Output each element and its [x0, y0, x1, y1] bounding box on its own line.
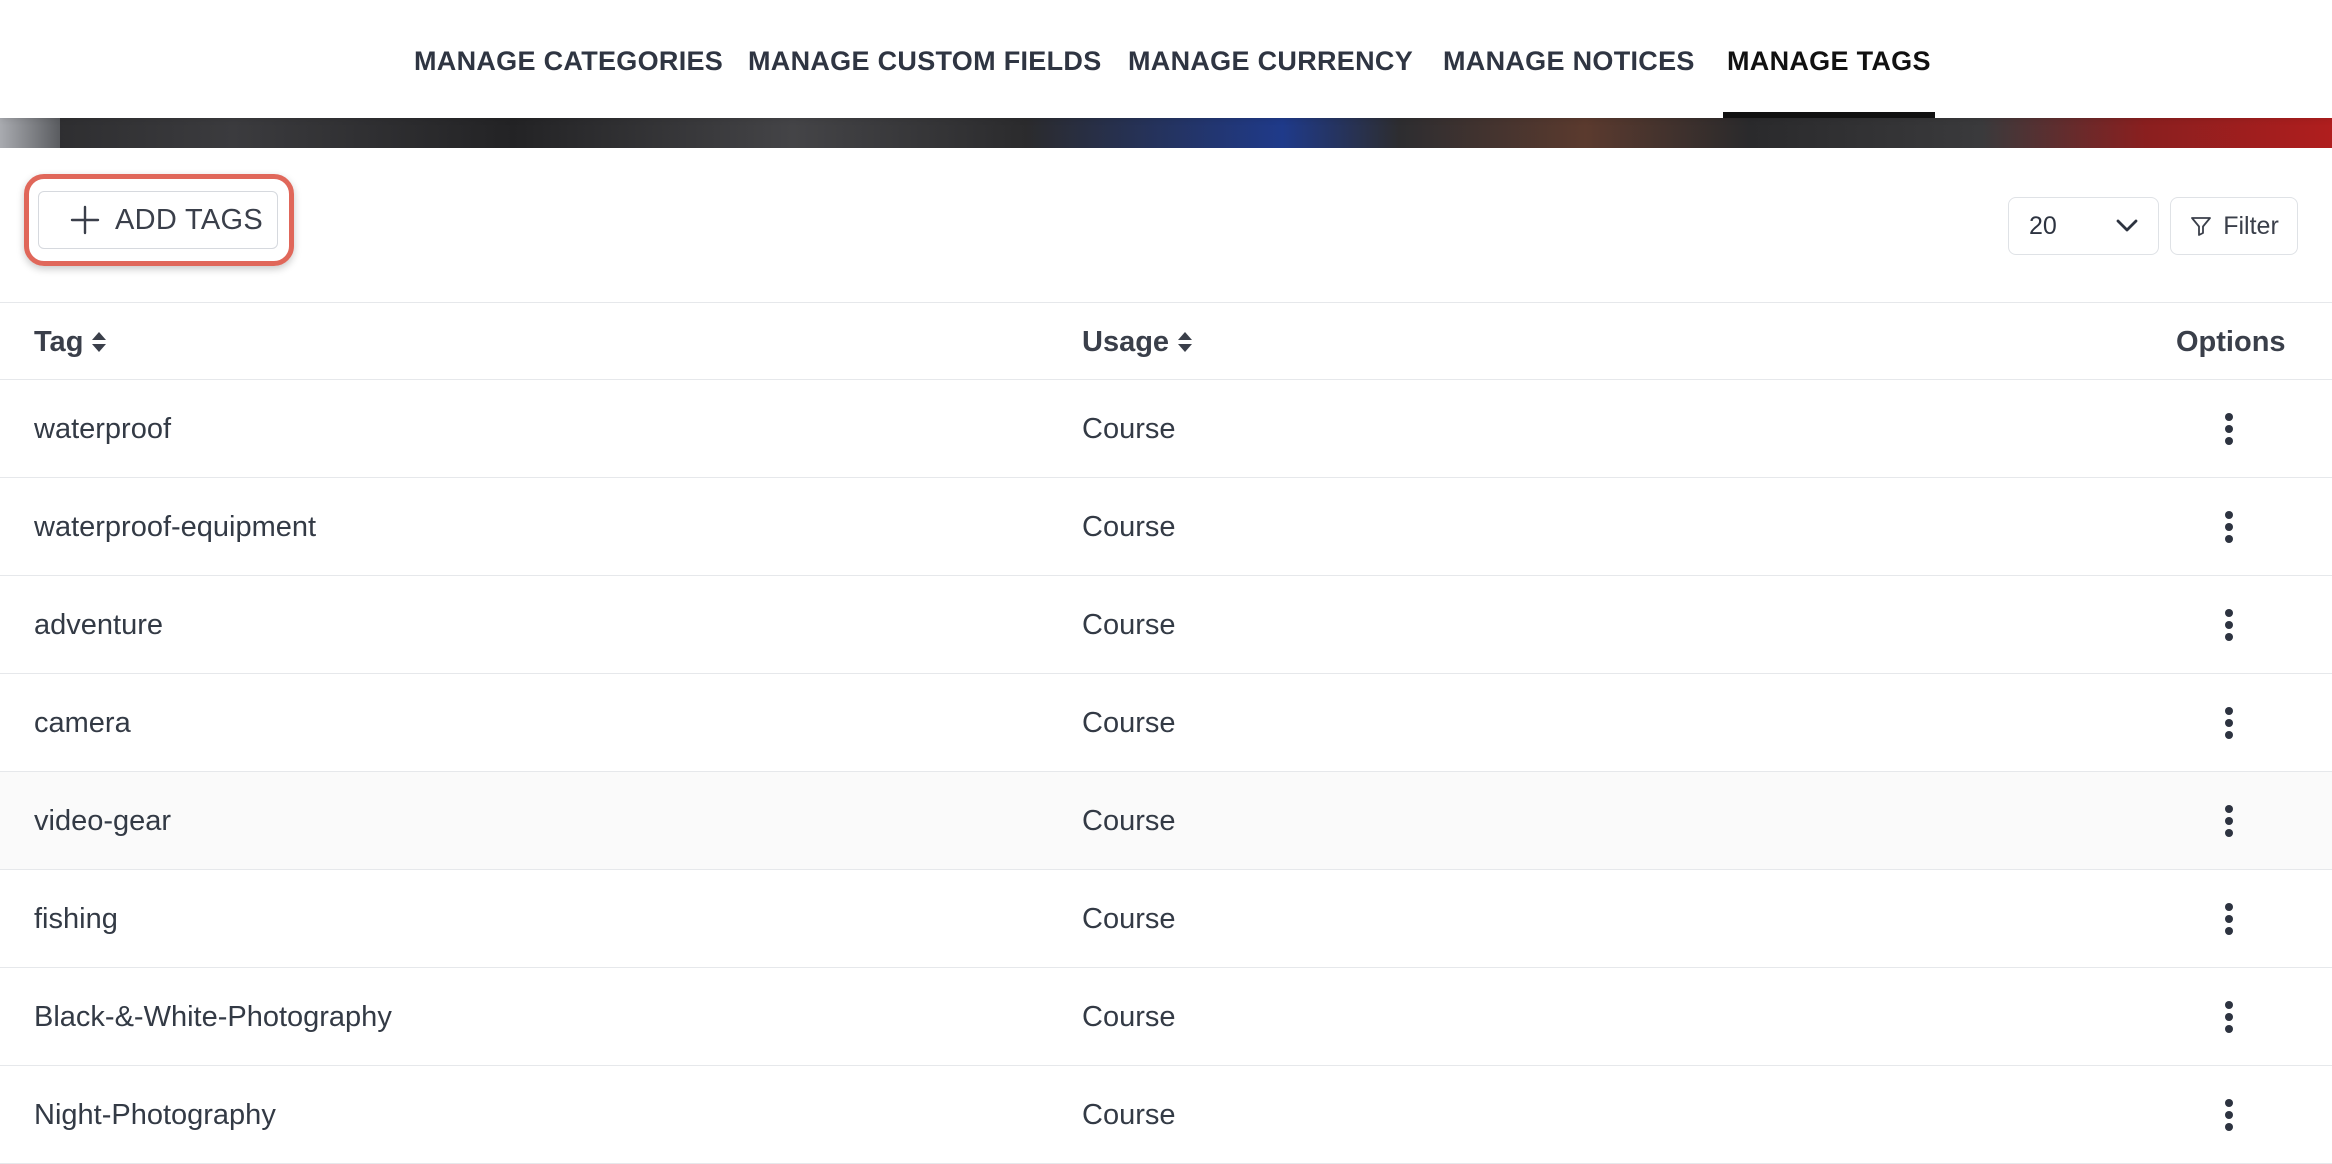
column-header-tag[interactable]: Tag — [34, 303, 107, 381]
more-vertical-icon — [2225, 707, 2233, 739]
table-row: camera Course — [0, 674, 2332, 772]
top-tab-bar: MANAGE CATEGORIES MANAGE CUSTOM FIELDS M… — [0, 0, 2332, 118]
row-options-button[interactable] — [2211, 996, 2247, 1038]
tag-cell: waterproof-equipment — [34, 511, 317, 543]
tab-manage-notices[interactable]: MANAGE NOTICES — [1443, 0, 1695, 118]
more-vertical-icon — [2225, 511, 2233, 543]
more-vertical-icon — [2225, 1099, 2233, 1131]
add-tags-highlight: ADD TAGS — [24, 174, 294, 266]
per-page-value: 20 — [2029, 211, 2057, 240]
more-vertical-icon — [2225, 413, 2233, 445]
column-header-usage-label: Usage — [1082, 326, 1170, 358]
add-tags-label: ADD TAGS — [115, 203, 263, 236]
table-row: Night-Photography Course — [0, 1066, 2332, 1164]
table-row: video-gear Course — [0, 772, 2332, 870]
usage-cell: Course — [1082, 805, 1176, 837]
tab-manage-currency[interactable]: MANAGE CURRENCY — [1128, 0, 1413, 118]
chevron-down-icon — [2116, 219, 2138, 232]
table-row: waterproof-equipment Course — [0, 478, 2332, 576]
usage-cell: Course — [1082, 903, 1176, 935]
row-options-button[interactable] — [2211, 898, 2247, 940]
sort-icon — [1178, 332, 1193, 352]
more-vertical-icon — [2225, 903, 2233, 935]
table-row: adventure Course — [0, 576, 2332, 674]
tag-cell: fishing — [34, 903, 118, 935]
tag-cell: Night-Photography — [34, 1099, 276, 1131]
table-row: fishing Course — [0, 870, 2332, 968]
plus-icon — [70, 205, 100, 235]
sort-icon — [92, 332, 107, 352]
usage-cell: Course — [1082, 1099, 1176, 1131]
column-header-tag-label: Tag — [34, 326, 84, 358]
column-header-options: Options — [2176, 326, 2286, 358]
tab-manage-tags[interactable]: MANAGE TAGS — [1723, 0, 1935, 118]
per-page-select[interactable]: 20 — [2008, 197, 2159, 255]
tags-panel: ADD TAGS 20 Filter Tag Usage Options wat… — [0, 148, 2332, 1164]
usage-cell: Course — [1082, 707, 1176, 739]
row-options-button[interactable] — [2211, 506, 2247, 548]
usage-cell: Course — [1082, 609, 1176, 641]
table-row: Black-&-White-Photography Course — [0, 968, 2332, 1066]
tab-manage-categories[interactable]: MANAGE CATEGORIES — [414, 0, 723, 118]
more-vertical-icon — [2225, 805, 2233, 837]
tag-cell: adventure — [34, 609, 163, 641]
row-options-button[interactable] — [2211, 800, 2247, 842]
tag-cell: camera — [34, 707, 131, 739]
filter-label: Filter — [2223, 211, 2279, 240]
filter-icon — [2191, 217, 2212, 236]
hero-banner-strip — [0, 118, 2332, 148]
row-options-button[interactable] — [2211, 702, 2247, 744]
row-options-button[interactable] — [2211, 408, 2247, 450]
row-options-button[interactable] — [2211, 1094, 2247, 1136]
tags-table-body: waterproof Course waterproof-equipment C… — [0, 380, 2332, 1164]
usage-cell: Course — [1082, 413, 1176, 445]
table-row: waterproof Course — [0, 380, 2332, 478]
tab-manage-custom-fields[interactable]: MANAGE CUSTOM FIELDS — [748, 0, 1102, 118]
column-header-usage[interactable]: Usage — [1082, 303, 1193, 381]
table-header: Tag Usage Options — [0, 302, 2332, 380]
more-vertical-icon — [2225, 609, 2233, 641]
add-tags-button[interactable]: ADD TAGS — [38, 191, 278, 249]
row-options-button[interactable] — [2211, 604, 2247, 646]
tag-cell: Black-&-White-Photography — [34, 1001, 392, 1033]
usage-cell: Course — [1082, 1001, 1176, 1033]
filter-button[interactable]: Filter — [2170, 197, 2298, 255]
more-vertical-icon — [2225, 1001, 2233, 1033]
tag-cell: waterproof — [34, 413, 172, 445]
usage-cell: Course — [1082, 511, 1176, 543]
tag-cell: video-gear — [34, 805, 172, 837]
